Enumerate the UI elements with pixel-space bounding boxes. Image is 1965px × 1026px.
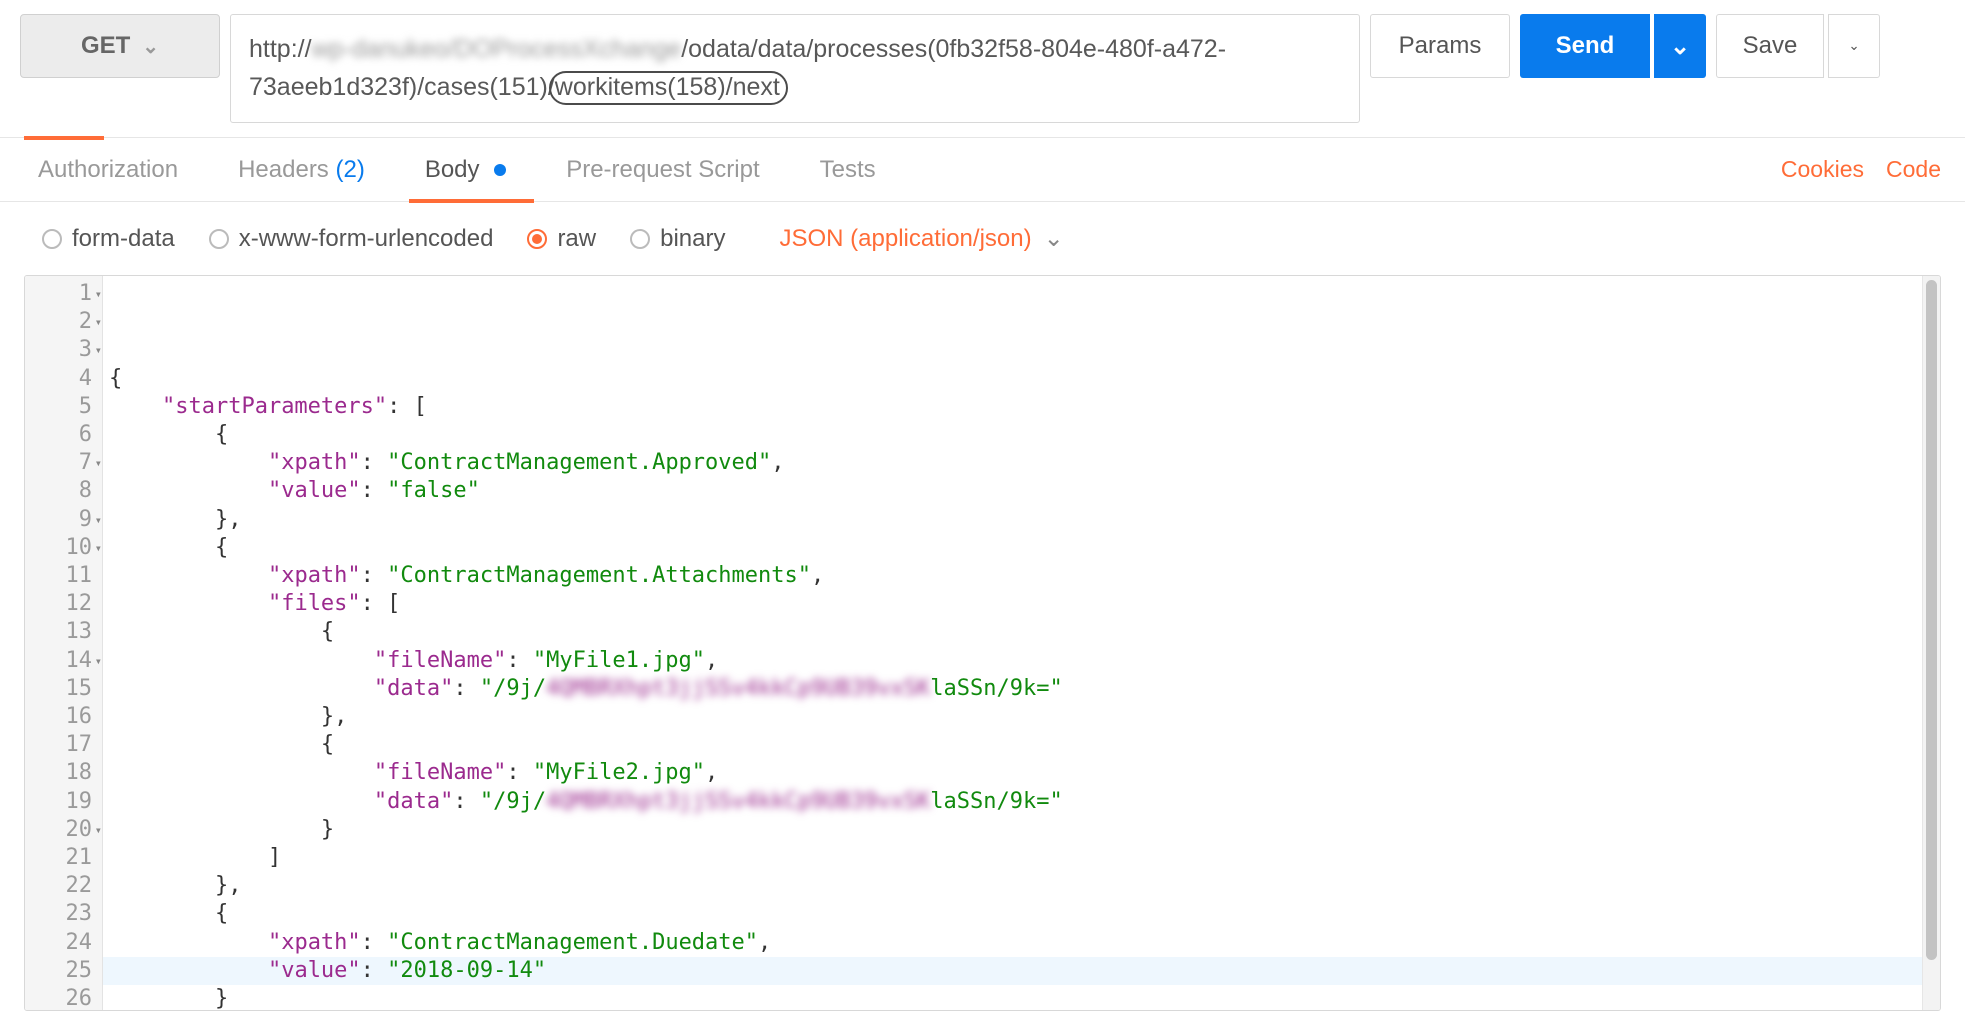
request-top-bar: GET ⌄ http://wp-danukeo/DOProcessXchange… bbox=[0, 0, 1965, 138]
url-text-line2a: 73aeeb1d323f)/cases(151)/ bbox=[249, 73, 555, 101]
gutter-line-number: 3▾ bbox=[29, 336, 92, 364]
fold-chevron-icon[interactable]: ▾ bbox=[95, 280, 102, 308]
gutter-line-number: 26 bbox=[29, 985, 92, 1011]
radio-binary[interactable]: binary bbox=[630, 225, 725, 253]
gutter-line-number: 16 bbox=[29, 703, 92, 731]
tab-headers-label: Headers bbox=[238, 156, 329, 183]
radio-icon bbox=[209, 229, 229, 249]
gutter-line-number: 15 bbox=[29, 675, 92, 703]
send-dropdown-button[interactable]: ⌄ bbox=[1654, 14, 1706, 78]
save-label: Save bbox=[1743, 32, 1798, 60]
gutter-line-number: 5 bbox=[29, 393, 92, 421]
content-type-dropdown[interactable]: JSON (application/json) ⌄ bbox=[779, 224, 1063, 253]
save-dropdown-button[interactable]: ⌄ bbox=[1828, 14, 1880, 78]
modified-dot-icon bbox=[494, 164, 506, 176]
send-button-group: Send ⌄ bbox=[1520, 14, 1706, 123]
tab-authorization[interactable]: Authorization bbox=[32, 138, 184, 202]
send-button[interactable]: Send bbox=[1520, 14, 1650, 78]
gutter-line-number: 24 bbox=[29, 929, 92, 957]
gutter-line-number: 9▾ bbox=[29, 506, 92, 534]
editor-code-area[interactable]: { "startParameters": [ { "xpath": "Contr… bbox=[103, 276, 1922, 1010]
gutter-line-number: 17 bbox=[29, 731, 92, 759]
http-method-dropdown[interactable]: GET ⌄ bbox=[20, 14, 220, 78]
chevron-down-icon: ⌄ bbox=[142, 34, 159, 59]
chevron-down-icon: ⌄ bbox=[1044, 224, 1064, 253]
tab-prerequest-script[interactable]: Pre-request Script bbox=[560, 138, 765, 202]
tab-authorization-label: Authorization bbox=[38, 156, 178, 183]
cookies-link[interactable]: Cookies bbox=[1781, 156, 1864, 183]
gutter-line-number: 6 bbox=[29, 421, 92, 449]
gutter-line-number: 14▾ bbox=[29, 647, 92, 675]
params-button[interactable]: Params bbox=[1370, 14, 1510, 78]
radio-xwww-label: x-www-form-urlencoded bbox=[239, 225, 494, 253]
body-editor: 1▾2▾3▾4567▾89▾10▾11121314▾151617181920▾2… bbox=[24, 275, 1941, 1011]
request-tabs-left: Authorization Headers (2) Body Pre-reque… bbox=[24, 138, 882, 202]
gutter-line-number: 10▾ bbox=[29, 534, 92, 562]
tab-headers[interactable]: Headers (2) bbox=[232, 138, 371, 202]
editor-scrollbar[interactable] bbox=[1922, 276, 1940, 1010]
chevron-down-icon: ⌄ bbox=[1848, 38, 1859, 54]
content-type-label: JSON (application/json) bbox=[779, 225, 1031, 253]
save-button-group: Save ⌄ bbox=[1716, 14, 1880, 123]
url-input[interactable]: http://wp-danukeo/DOProcessXchange/odata… bbox=[230, 14, 1360, 123]
fold-chevron-icon[interactable]: ▾ bbox=[95, 816, 102, 844]
url-text-mid: /odata/data/processes(0fb32f58-804e-480f… bbox=[681, 35, 1226, 63]
editor-content: { "startParameters": [ { "xpath": "Contr… bbox=[109, 365, 1916, 1010]
url-text-prefix: http:// bbox=[249, 35, 312, 63]
tab-body-label: Body bbox=[425, 156, 480, 183]
tab-body[interactable]: Body bbox=[419, 138, 512, 202]
chevron-down-icon: ⌄ bbox=[1670, 32, 1690, 61]
fold-chevron-icon[interactable]: ▾ bbox=[95, 308, 102, 336]
gutter-line-number: 7▾ bbox=[29, 449, 92, 477]
radio-raw-label: raw bbox=[557, 225, 596, 253]
gutter-line-number: 21 bbox=[29, 844, 92, 872]
body-type-options: form-data x-www-form-urlencoded raw bina… bbox=[0, 202, 1965, 265]
fold-chevron-icon[interactable]: ▾ bbox=[95, 534, 102, 562]
url-text-blurred: wp-danukeo/DOProcessXchange bbox=[312, 35, 682, 63]
request-tabs-right-links: Cookies Code bbox=[1781, 156, 1941, 183]
radio-form-data-label: form-data bbox=[72, 225, 175, 253]
params-label: Params bbox=[1399, 32, 1482, 60]
radio-form-data[interactable]: form-data bbox=[42, 225, 175, 253]
gutter-line-number: 20▾ bbox=[29, 816, 92, 844]
gutter-line-number: 25 bbox=[29, 957, 92, 985]
gutter-line-number: 1▾ bbox=[29, 280, 92, 308]
fold-chevron-icon[interactable]: ▾ bbox=[95, 506, 102, 534]
gutter-line-number: 11 bbox=[29, 562, 92, 590]
gutter-line-number: 12 bbox=[29, 590, 92, 618]
fold-chevron-icon[interactable]: ▾ bbox=[95, 449, 102, 477]
radio-raw[interactable]: raw bbox=[527, 225, 596, 253]
radio-icon bbox=[630, 229, 650, 249]
tab-prereq-label: Pre-request Script bbox=[566, 156, 759, 183]
radio-x-www-form-urlencoded[interactable]: x-www-form-urlencoded bbox=[209, 225, 494, 253]
fold-chevron-icon[interactable]: ▾ bbox=[95, 336, 102, 364]
http-method-label: GET bbox=[81, 32, 130, 60]
radio-icon bbox=[42, 229, 62, 249]
code-link[interactable]: Code bbox=[1886, 156, 1941, 183]
tab-headers-count: (2) bbox=[335, 156, 364, 183]
save-button[interactable]: Save bbox=[1716, 14, 1824, 78]
tab-tests-label: Tests bbox=[820, 156, 876, 183]
tab-tests[interactable]: Tests bbox=[814, 138, 882, 202]
send-label: Send bbox=[1556, 32, 1615, 60]
radio-binary-label: binary bbox=[660, 225, 725, 253]
fold-chevron-icon[interactable]: ▾ bbox=[95, 647, 102, 675]
url-text-circled: workitems(158)/next bbox=[549, 71, 788, 105]
gutter-line-number: 4 bbox=[29, 365, 92, 393]
gutter-line-number: 2▾ bbox=[29, 308, 92, 336]
gutter-line-number: 13 bbox=[29, 618, 92, 646]
gutter-line-number: 18 bbox=[29, 759, 92, 787]
gutter-line-number: 8 bbox=[29, 477, 92, 505]
gutter-line-number: 22 bbox=[29, 872, 92, 900]
gutter-line-number: 19 bbox=[29, 788, 92, 816]
request-tabs: Authorization Headers (2) Body Pre-reque… bbox=[0, 138, 1965, 202]
editor-gutter: 1▾2▾3▾4567▾89▾10▾11121314▾151617181920▾2… bbox=[25, 276, 103, 1010]
radio-icon bbox=[527, 229, 547, 249]
gutter-line-number: 23 bbox=[29, 900, 92, 928]
